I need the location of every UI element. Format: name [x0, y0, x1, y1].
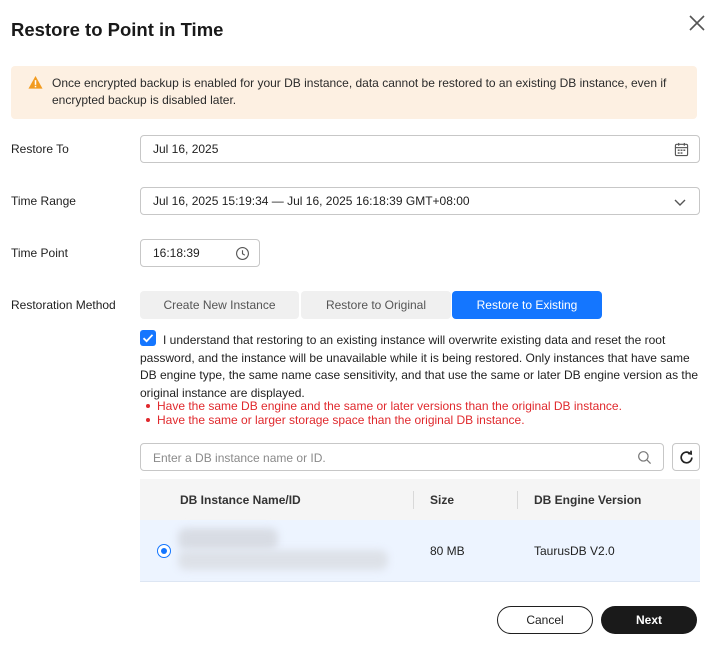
- time-point-value: 16:18:39: [153, 246, 200, 260]
- column-header-instance[interactable]: DB Instance Name/ID: [180, 493, 301, 507]
- redacted-instance-name: [178, 528, 278, 550]
- time-range-select[interactable]: Jul 16, 2025 15:19:34 — Jul 16, 2025 16:…: [140, 187, 700, 215]
- requirement-item: Have the same or larger storage space th…: [146, 413, 525, 427]
- row-select-radio[interactable]: [157, 544, 171, 558]
- warning-triangle-icon: [28, 75, 43, 90]
- agreement-text: I understand that restoring to an existi…: [140, 333, 699, 400]
- time-range-label: Time Range: [11, 194, 76, 208]
- restore-to-original-option[interactable]: Restore to Original: [301, 291, 451, 319]
- refresh-button[interactable]: [672, 443, 700, 471]
- restore-date-picker[interactable]: Jul 16, 2025: [140, 135, 700, 163]
- instance-search-input[interactable]: Enter a DB instance name or ID.: [140, 443, 664, 471]
- restoration-method-label: Restoration Method: [11, 298, 116, 312]
- calendar-icon[interactable]: [674, 142, 689, 160]
- create-new-instance-option[interactable]: Create New Instance: [140, 291, 299, 319]
- row-size: 80 MB: [430, 544, 465, 558]
- requirement-item: Have the same DB engine and the same or …: [146, 399, 622, 413]
- refresh-icon: [678, 449, 695, 471]
- requirement-text: Have the same or larger storage space th…: [157, 413, 525, 427]
- redacted-instance-id: [178, 550, 388, 570]
- restore-date-value: Jul 16, 2025: [153, 142, 219, 156]
- column-header-engine-version[interactable]: DB Engine Version: [534, 493, 641, 507]
- time-point-label: Time Point: [11, 246, 68, 260]
- clock-icon: [235, 246, 250, 264]
- restore-to-label: Restore To: [11, 142, 69, 156]
- warning-text: Once encrypted backup is enabled for you…: [52, 76, 667, 107]
- restore-to-existing-option[interactable]: Restore to Existing: [452, 291, 602, 319]
- search-placeholder: Enter a DB instance name or ID.: [153, 451, 326, 465]
- chevron-down-icon: [673, 195, 687, 212]
- row-engine-version: TaurusDB V2.0: [534, 544, 615, 558]
- table-row[interactable]: 80 MB TaurusDB V2.0: [140, 520, 700, 582]
- close-icon[interactable]: [686, 12, 708, 34]
- time-point-input[interactable]: 16:18:39: [140, 239, 260, 267]
- search-icon[interactable]: [637, 450, 652, 468]
- time-range-value: Jul 16, 2025 15:19:34 — Jul 16, 2025 16:…: [153, 194, 470, 208]
- table-header: DB Instance Name/ID Size DB Engine Versi…: [140, 479, 700, 520]
- restoration-method-segmented: Create New Instance Restore to Original …: [140, 291, 602, 319]
- column-header-size[interactable]: Size: [430, 493, 454, 507]
- requirement-text: Have the same DB engine and the same or …: [157, 399, 622, 413]
- dialog-title: Restore to Point in Time: [11, 19, 224, 40]
- cancel-button[interactable]: Cancel: [497, 606, 593, 634]
- warning-banner: Once encrypted backup is enabled for you…: [11, 66, 697, 119]
- next-button[interactable]: Next: [601, 606, 697, 634]
